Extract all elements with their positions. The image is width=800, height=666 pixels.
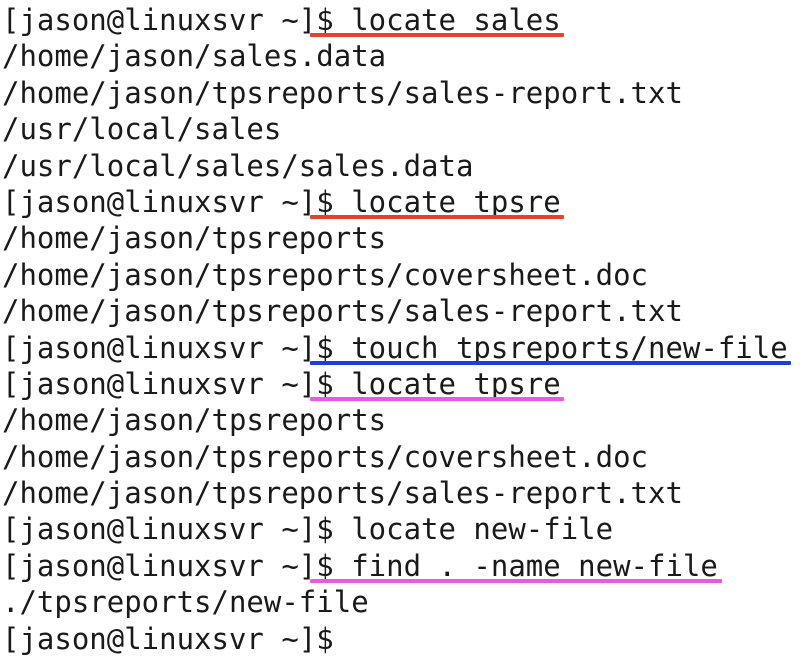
output-text: /home/jason/tpsreports/sales-report.txt <box>2 75 683 110</box>
output-text: /home/jason/tpsreports/coversheet.doc <box>2 439 649 474</box>
output-text: /home/jason/tpsreports/sales-report.txt <box>2 476 683 511</box>
command-underline-magenta <box>310 397 564 402</box>
output-text: /usr/local/sales <box>2 112 282 147</box>
command-text: $ locate new-file <box>316 512 614 547</box>
output-text: /home/jason/tpsreports <box>2 403 387 438</box>
output-text: /home/jason/tpsreports/coversheet.doc <box>2 257 649 292</box>
output-line: /home/jason/tpsreports/coversheet.doc <box>0 439 800 475</box>
shell-prompt: [jason@linuxsvr ~] <box>2 548 317 583</box>
output-line: /home/jason/sales.data <box>0 38 800 74</box>
output-text: /home/jason/sales.data <box>2 39 387 74</box>
output-line: /home/jason/tpsreports/sales-report.txt <box>0 75 800 111</box>
shell-prompt: [jason@linuxsvr ~] <box>2 3 317 37</box>
output-line: /usr/local/sales <box>0 111 800 147</box>
command-text: $ find . -name new-file <box>316 548 718 583</box>
shell-prompt: [jason@linuxsvr ~] <box>2 512 317 547</box>
command-line: [jason@linuxsvr ~]$ locate tpsre <box>0 184 800 220</box>
command-underline-magenta <box>310 579 722 584</box>
command-line: [jason@linuxsvr ~]$ locate sales <box>0 2 800 38</box>
output-text: ./tpsreports/new-file <box>2 585 369 620</box>
command-underline-red <box>310 215 564 220</box>
output-line: /home/jason/tpsreports/coversheet.doc <box>0 257 800 293</box>
command-line: [jason@linuxsvr ~]$ locate new-file <box>0 511 800 547</box>
command-line: [jason@linuxsvr ~]$ locate tpsre <box>0 366 800 402</box>
terminal-window[interactable]: [jason@linuxsvr ~]$ locate sales/home/ja… <box>0 0 800 666</box>
command-line: [jason@linuxsvr ~]$ find . -name new-fil… <box>0 548 800 584</box>
shell-prompt: [jason@linuxsvr ~] <box>2 184 317 219</box>
shell-prompt: [jason@linuxsvr ~] <box>2 330 317 365</box>
output-line: /home/jason/tpsreports <box>0 220 800 256</box>
command-text: $ touch tpsreports/new-file <box>316 330 788 365</box>
command-text: $ <box>316 621 334 656</box>
output-line: /home/jason/tpsreports <box>0 402 800 438</box>
output-text: /home/jason/tpsreports <box>2 221 387 256</box>
output-text: /home/jason/tpsreports/sales-report.txt <box>2 294 683 329</box>
command-text: $ locate tpsre <box>316 366 561 401</box>
command-underline-blue <box>310 360 791 365</box>
output-line: ./tpsreports/new-file <box>0 584 800 620</box>
shell-prompt: [jason@linuxsvr ~] <box>2 621 317 656</box>
command-line: [jason@linuxsvr ~]$ touch tpsreports/new… <box>0 330 800 366</box>
command-text: $ locate tpsre <box>316 184 561 219</box>
command-line: [jason@linuxsvr ~]$ <box>0 621 800 657</box>
command-underline-red <box>310 33 564 38</box>
output-line: /home/jason/tpsreports/sales-report.txt <box>0 475 800 511</box>
shell-prompt: [jason@linuxsvr ~] <box>2 366 317 401</box>
output-line: /home/jason/tpsreports/sales-report.txt <box>0 293 800 329</box>
output-line: /usr/local/sales/sales.data <box>0 148 800 184</box>
output-text: /usr/local/sales/sales.data <box>2 148 474 183</box>
command-text: $ locate sales <box>316 3 561 37</box>
